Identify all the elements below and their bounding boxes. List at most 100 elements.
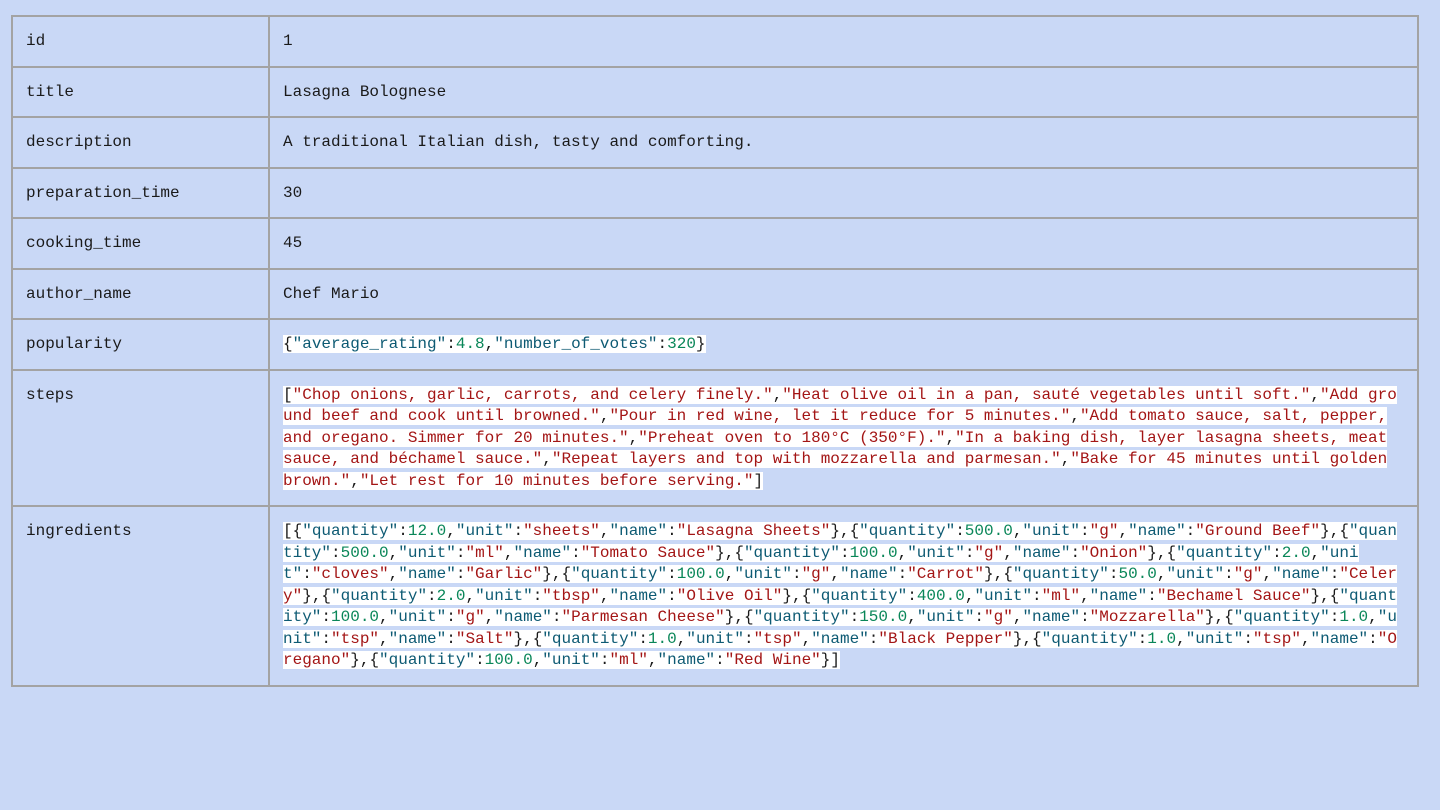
json-punct: } [782, 586, 792, 605]
json-punct: } [1310, 586, 1321, 605]
json-punct: : [446, 335, 456, 353]
json-number: 400.0 [916, 586, 965, 605]
json-key: "name" [1089, 586, 1148, 605]
json-punct: , [907, 608, 917, 626]
field-name: preparation_time [11, 166, 270, 219]
json-punct: } [724, 608, 735, 626]
json-key: "quantity" [859, 522, 956, 540]
json-key: "name" [398, 565, 456, 583]
json-punct: , [388, 543, 399, 562]
json-punct: : [849, 608, 860, 626]
json-punct: } [695, 335, 706, 353]
field-value: [{"quantity":12.0,"unit":"sheets","name"… [268, 505, 1419, 687]
json-punct: } [542, 565, 552, 583]
json-punct: , [676, 629, 687, 648]
table-row: title Lasagna Bolognese [11, 65, 1419, 118]
json-punct: } [1320, 522, 1330, 540]
field-value: Lasagna Bolognese [268, 65, 1419, 118]
json-string: "Bechamel Sauce" [1156, 586, 1311, 605]
json-number: 12.0 [407, 522, 447, 540]
json-punct: , [1118, 522, 1129, 540]
json-punct: : [1080, 522, 1090, 540]
json-punct: : [446, 629, 456, 648]
table-row: author_name Chef Mario [11, 267, 1419, 320]
json-number: 50.0 [1118, 565, 1157, 583]
json-punct: { [1032, 629, 1042, 648]
json-punct: : [638, 629, 648, 648]
json-punct: , [993, 565, 1004, 583]
json-key: "name" [494, 608, 552, 626]
json-key: "name" [839, 565, 898, 583]
json-punct: : [427, 586, 437, 605]
json-punct: { [1003, 565, 1013, 583]
json-key: "quantity" [379, 651, 476, 669]
json-punct: } [1012, 629, 1023, 648]
json-string: "Tomato Sauce" [580, 543, 716, 562]
json-key: "quantity" [331, 586, 428, 605]
json-punct: { [1224, 608, 1234, 626]
json-string: "tsp" [1252, 629, 1301, 648]
field-value-text: 1 [283, 32, 293, 50]
field-value: A traditional Italian dish, tasty and co… [268, 116, 1419, 169]
field-value-text: 45 [283, 234, 303, 252]
json-punct: , [388, 565, 399, 583]
table-row: id 1 [11, 15, 1419, 68]
json-punct: : [955, 522, 965, 540]
json-punct: , [647, 651, 658, 669]
json-punct: , [791, 586, 802, 605]
json-punct: , [599, 586, 610, 605]
json-punct: , [379, 629, 389, 648]
json-key: "name" [609, 586, 668, 605]
json-punct: , [801, 629, 812, 648]
json-key: "unit" [916, 608, 975, 626]
json-punct: : [1080, 608, 1090, 626]
json-punct: , [964, 586, 975, 605]
json-number: 100.0 [331, 608, 380, 626]
json-key: "unit" [455, 522, 514, 540]
json-punct: , [1156, 543, 1167, 562]
json-key: "quantity" [571, 565, 668, 583]
json-punct: , [532, 651, 543, 669]
json-key: "name" [1128, 522, 1186, 540]
json-string: "Repeat layers and top with mozzarella a… [551, 450, 1061, 468]
json-string: "Olive Oil" [676, 586, 783, 605]
field-value-text: Lasagna Bolognese [283, 82, 447, 101]
json-key: "name" [1012, 543, 1071, 562]
json-punct: : [907, 586, 917, 605]
json-punct: : [446, 608, 456, 626]
field-value-text: 30 [283, 183, 303, 202]
json-string: "Parmesan Cheese" [561, 608, 725, 626]
json-number: 1.0 [647, 629, 677, 648]
json-string: "Red Wine" [724, 651, 821, 669]
json-punct: , [350, 471, 360, 490]
json-punct: : [475, 651, 485, 669]
json-string: "Salt" [455, 629, 514, 648]
json-key: "quantity" [542, 629, 639, 648]
json-punct: [ [283, 522, 293, 540]
json-punct: : [1070, 543, 1081, 562]
json-value: [{"quantity":12.0,"unit":"sheets","name"… [283, 522, 1397, 669]
json-string: "Preheat oven to 180°C (350°F)." [638, 428, 946, 447]
json-punct: : [897, 565, 908, 583]
field-value: ["Chop onions, garlic, carrots, and cele… [268, 368, 1419, 507]
json-punct: , [523, 629, 533, 648]
json-punct: , [897, 543, 908, 562]
json-number: 500.0 [964, 522, 1013, 540]
json-string: "Ground Beef" [1195, 522, 1321, 540]
json-number: 150.0 [859, 608, 908, 626]
json-key: "name" [609, 522, 668, 540]
json-punct: : [1329, 565, 1340, 583]
json-punct: { [734, 543, 744, 562]
json-number: 500.0 [340, 543, 389, 562]
json-key: "number_of_votes" [494, 335, 658, 353]
json-punct: : [839, 543, 850, 562]
json-punct: : [1329, 608, 1340, 626]
json-punct: , [1070, 407, 1080, 425]
json-punct: : [1243, 629, 1253, 648]
json-string: "Carrot" [907, 565, 985, 583]
json-punct: { [292, 522, 303, 540]
json-punct: : [974, 608, 985, 626]
table-row: popularity {"average_rating":4.8,"number… [11, 318, 1419, 371]
json-punct: , [1003, 543, 1013, 562]
json-key: "unit" [974, 586, 1033, 605]
